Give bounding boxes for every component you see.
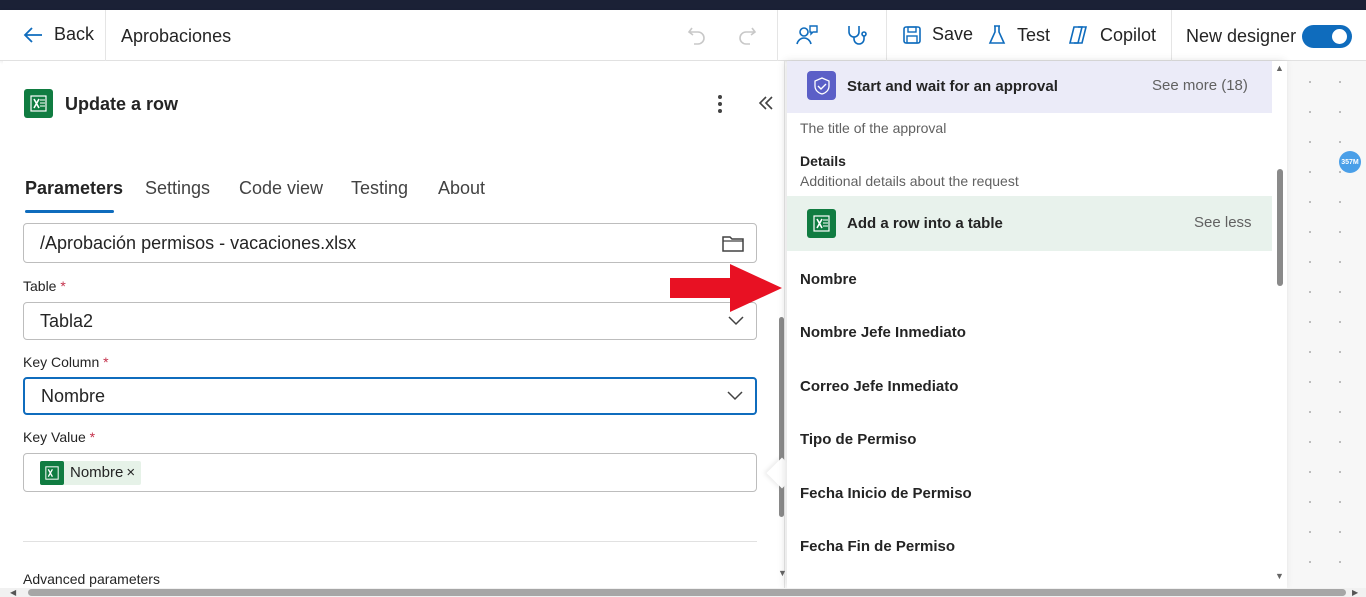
see-less-link[interactable]: See less xyxy=(1194,214,1252,231)
red-arrow-annotation xyxy=(670,264,782,312)
approval-icon xyxy=(807,71,836,100)
tab-settings[interactable]: Settings xyxy=(145,178,210,199)
action-panel: Update a row Parameters Settings Code vi… xyxy=(3,61,787,588)
dynamic-item-tipo-permiso[interactable]: Tipo de Permiso xyxy=(800,431,916,448)
person-feedback-icon xyxy=(796,25,818,45)
table-dropdown[interactable]: Tabla2 xyxy=(23,302,757,340)
stethoscope-icon xyxy=(848,26,867,45)
tab-about[interactable]: About xyxy=(438,178,485,199)
undo-icon xyxy=(687,27,705,45)
toggle-knob xyxy=(1332,29,1347,44)
back-button[interactable]: Back xyxy=(22,24,94,45)
details-desc: Additional details about the request xyxy=(800,173,1019,189)
panel-title: Update a row xyxy=(65,94,179,114)
dynamic-item-nombre[interactable]: Nombre xyxy=(800,271,857,288)
chevron-down-icon xyxy=(728,316,744,326)
scroll-up-icon[interactable]: ▲ xyxy=(1275,63,1284,73)
horizontal-scrollbar[interactable]: ◀ ▶ xyxy=(0,588,1366,597)
test-button[interactable]: Test xyxy=(987,24,1050,46)
token-label: Nombre xyxy=(70,464,124,481)
key-column-label: Key Column * xyxy=(23,354,109,370)
dynamic-content-token[interactable]: Nombre × xyxy=(40,460,142,485)
token-remove-icon[interactable]: × xyxy=(126,464,135,481)
canvas-badge: 357M xyxy=(1339,151,1361,173)
copilot-label: Copilot xyxy=(1100,24,1157,45)
file-field[interactable]: /Aprobación permisos - vacaciones.xlsx xyxy=(23,223,757,263)
scroll-right-icon[interactable]: ▶ xyxy=(1352,588,1358,597)
see-more-link[interactable]: See more (18) xyxy=(1152,77,1248,94)
copilot-button[interactable]: Copilot xyxy=(1066,24,1156,46)
flow-canvas[interactable]: 357M xyxy=(1287,61,1366,588)
dynamic-item-correo-jefe[interactable]: Correo Jefe Inmediato xyxy=(800,378,958,395)
file-value: /Aprobación permisos - vacaciones.xlsx xyxy=(40,232,357,253)
save-icon xyxy=(903,25,921,44)
divider xyxy=(23,541,757,542)
details-item[interactable]: Details Additional details about the req… xyxy=(800,153,1019,189)
redo-button[interactable] xyxy=(736,24,758,46)
scroll-down-icon[interactable]: ▼ xyxy=(1275,571,1284,581)
approval-title-desc[interactable]: The title of the approval xyxy=(800,120,946,136)
excel-token-icon xyxy=(40,460,64,485)
active-tab-indicator xyxy=(25,210,114,213)
tab-parameters[interactable]: Parameters xyxy=(25,178,123,199)
chevron-down-icon xyxy=(727,391,743,401)
excel-icon xyxy=(24,89,53,118)
flow-checker-button[interactable] xyxy=(795,23,819,47)
table-section-header[interactable]: Add a row into a table See less xyxy=(787,196,1272,251)
table-section-title: Add a row into a table xyxy=(847,215,1003,232)
excel-icon xyxy=(807,209,836,238)
flask-icon xyxy=(988,25,1006,44)
toolbar: Back Aprobaciones Save Test Copilot New … xyxy=(0,10,1366,61)
key-value-label: Key Value * xyxy=(23,429,96,445)
advanced-parameters-label[interactable]: Advanced parameters xyxy=(23,571,160,587)
more-options-icon[interactable] xyxy=(717,94,723,114)
new-designer-toggle[interactable] xyxy=(1302,25,1352,48)
dynamic-item-nombre-jefe[interactable]: Nombre Jefe Inmediato xyxy=(800,324,966,341)
dynamic-content-picker: Start and wait for an approval See more … xyxy=(787,61,1287,588)
details-name: Details xyxy=(800,153,846,169)
redo-icon xyxy=(739,27,757,45)
scroll-left-icon[interactable]: ◀ xyxy=(10,588,16,597)
top-strip xyxy=(0,0,1366,10)
new-designer-label: New designer xyxy=(1186,26,1297,46)
table-label: Table * xyxy=(23,278,66,294)
tab-testing[interactable]: Testing xyxy=(351,178,408,199)
key-column-value: Nombre xyxy=(41,385,106,406)
copilot-icon xyxy=(1068,26,1088,44)
horizontal-scroll-thumb[interactable] xyxy=(28,589,1346,596)
collapse-panel-icon[interactable] xyxy=(757,94,775,117)
approval-section-header[interactable]: Start and wait for an approval See more … xyxy=(787,61,1272,113)
undo-button[interactable] xyxy=(686,24,708,46)
back-label: Back xyxy=(54,24,95,44)
key-value-input[interactable]: Nombre × xyxy=(23,453,757,492)
picker-scrollbar[interactable] xyxy=(1277,169,1283,286)
dynamic-item-fecha-fin[interactable]: Fecha Fin de Permiso xyxy=(800,538,955,555)
approval-section-title: Start and wait for an approval xyxy=(847,78,1058,95)
scroll-down-icon[interactable]: ▼ xyxy=(778,568,787,578)
stethoscope-button[interactable] xyxy=(845,23,869,47)
tab-code-view[interactable]: Code view xyxy=(239,178,323,199)
save-button[interactable]: Save xyxy=(902,24,973,45)
test-label: Test xyxy=(1017,24,1051,45)
key-column-dropdown[interactable]: Nombre xyxy=(23,377,757,415)
flow-name: Aprobaciones xyxy=(121,26,232,46)
dynamic-item-fecha-inicio[interactable]: Fecha Inicio de Permiso xyxy=(800,485,972,502)
save-label: Save xyxy=(932,24,974,44)
folder-icon[interactable] xyxy=(722,234,744,252)
table-value: Tabla2 xyxy=(40,310,94,331)
arrow-left-icon xyxy=(23,26,42,43)
